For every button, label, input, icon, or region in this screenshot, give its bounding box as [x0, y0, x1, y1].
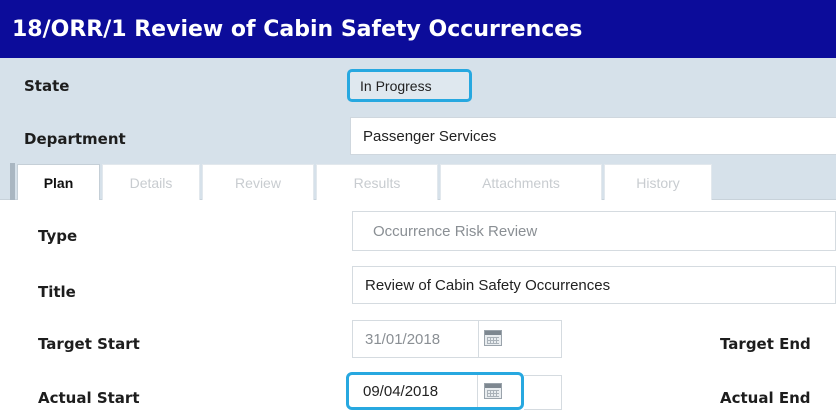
actual-end-label: Actual End [720, 389, 811, 407]
actual-start-divider [477, 375, 478, 407]
actual-start-field[interactable]: 09/04/2018 [346, 372, 524, 410]
state-badge: In Progress [347, 69, 472, 102]
tab-history[interactable]: History [604, 164, 712, 200]
department-field[interactable]: Passenger Services [350, 117, 836, 155]
tab-accent [10, 163, 15, 200]
state-label: State [24, 77, 70, 95]
actual-start-label: Actual Start [38, 389, 140, 407]
actual-start-field-end [524, 375, 562, 410]
target-start-divider [478, 321, 479, 357]
window-title: 18/ORR/1 Review of Cabin Safety Occurren… [0, 0, 836, 58]
target-start-label: Target Start [38, 335, 140, 353]
calendar-icon[interactable] [484, 383, 502, 399]
calendar-icon[interactable] [484, 330, 502, 346]
actual-start-value: 09/04/2018 [363, 383, 439, 400]
target-start-field[interactable]: 31/01/2018 [352, 320, 562, 358]
tab-plan[interactable]: Plan [17, 164, 100, 200]
tab-results[interactable]: Results [316, 164, 438, 200]
department-label: Department [24, 130, 126, 148]
tab-details[interactable]: Details [102, 164, 200, 200]
type-label: Type [38, 227, 78, 245]
tab-attachments[interactable]: Attachments [440, 164, 602, 200]
target-end-label: Target End [720, 335, 811, 353]
title-field[interactable]: Review of Cabin Safety Occurrences [352, 266, 836, 304]
type-field[interactable]: Occurrence Risk Review [352, 211, 836, 251]
tab-review[interactable]: Review [202, 164, 314, 200]
title-label: Title [38, 283, 76, 301]
